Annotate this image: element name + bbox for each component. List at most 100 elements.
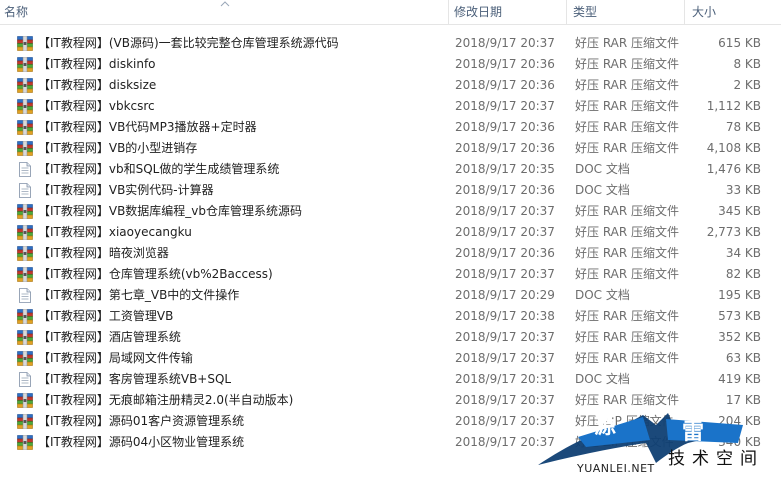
column-header-name[interactable]: 名称 (0, 0, 449, 24)
file-row[interactable]: 【IT教程网】暗夜浏览器 2018/9/17 20:36 好压 RAR 压缩文件… (0, 243, 781, 264)
file-type: 好压 RAR 压缩文件 (575, 330, 680, 344)
file-date: 2018/9/17 20:37 (455, 204, 555, 218)
file-type: DOC 文档 (575, 162, 630, 176)
file-row[interactable]: 【IT教程网】(VB源码)一套比较完整仓库管理系统源代码 2018/9/17 2… (0, 33, 781, 54)
file-name: 【IT教程网】酒店管理系统 (38, 330, 181, 344)
file-date: 2018/9/17 20:37 (455, 225, 555, 239)
rar-archive-icon (17, 203, 33, 220)
file-name: 【IT教程网】源码01客户资源管理系统 (38, 414, 245, 428)
file-name: 【IT教程网】局域网文件传输 (38, 351, 193, 365)
file-type: 好压 RAR 压缩文件 (575, 309, 680, 323)
file-size: 352 KB (718, 330, 761, 344)
watermark-logo (538, 413, 743, 465)
file-name: 【IT教程网】VB代码MP3播放器+定时器 (38, 120, 257, 134)
file-size: 82 KB (725, 267, 761, 281)
file-size: 2,773 KB (706, 225, 761, 239)
file-size: 1,476 KB (706, 162, 761, 176)
watermark-char-2: 雷 (682, 420, 705, 445)
file-row[interactable]: 【IT教程网】xiaoyecangku 2018/9/17 20:37 好压 R… (0, 222, 781, 243)
file-size: 345 KB (718, 204, 761, 218)
file-row[interactable]: 【IT教程网】局域网文件传输 2018/9/17 20:37 好压 RAR 压缩… (0, 348, 781, 369)
column-header-size[interactable]: 大小 (685, 0, 781, 24)
rar-archive-icon (17, 35, 33, 52)
rar-archive-icon (17, 119, 33, 136)
rar-archive-icon (17, 434, 33, 451)
rar-archive-icon (17, 350, 33, 367)
file-row[interactable]: 【IT教程网】disksize 2018/9/17 20:36 好压 RAR 压… (0, 75, 781, 96)
file-name: 【IT教程网】VB的小型进销存 (38, 141, 198, 155)
doc-file-icon (17, 372, 33, 387)
rar-archive-icon (17, 392, 33, 409)
file-name: 【IT教程网】第七章_VB中的文件操作 (38, 288, 240, 302)
file-date: 2018/9/17 20:37 (455, 330, 555, 344)
file-date: 2018/9/17 20:36 (455, 246, 555, 260)
file-name: 【IT教程网】disksize (38, 78, 157, 92)
file-name: 【IT教程网】客房管理系统VB+SQL (38, 372, 232, 386)
file-type: 好压 RAR 压缩文件 (575, 351, 680, 365)
rar-archive-icon (17, 98, 33, 115)
file-name: 【IT教程网】VB数据库编程_vb仓库管理系统源码 (38, 204, 303, 218)
file-row[interactable]: 【IT教程网】VB实例代码-计算器 2018/9/17 20:36 DOC 文档… (0, 180, 781, 201)
file-type: 好压 RAR 压缩文件 (575, 204, 680, 218)
file-row[interactable]: 【IT教程网】vb和SQL做的学生成绩管理系统 2018/9/17 20:35 … (0, 159, 781, 180)
watermark-tagline: 技术空间 (668, 449, 764, 469)
file-type: 好压 RAR 压缩文件 (575, 141, 680, 155)
file-row[interactable]: 【IT教程网】VB的小型进销存 2018/9/17 20:36 好压 RAR 压… (0, 138, 781, 159)
file-type: DOC 文档 (575, 288, 630, 302)
file-size: 4,108 KB (706, 141, 761, 155)
file-date: 2018/9/17 20:29 (455, 288, 555, 302)
rar-archive-icon (17, 56, 33, 73)
file-name: 【IT教程网】(VB源码)一套比较完整仓库管理系统源代码 (38, 36, 339, 50)
file-type: 好压 RAR 压缩文件 (575, 120, 680, 134)
file-date: 2018/9/17 20:37 (455, 36, 555, 50)
file-date: 2018/9/17 20:36 (455, 120, 555, 134)
file-date: 2018/9/17 20:36 (455, 78, 555, 92)
file-type: 好压 RAR 压缩文件 (575, 225, 680, 239)
file-size: 573 KB (718, 309, 761, 323)
rar-archive-icon (17, 266, 33, 283)
watermark-char-1: 源 (594, 414, 617, 439)
file-type: 好压 RAR 压缩文件 (575, 99, 680, 113)
column-header-date[interactable]: 修改日期 (449, 0, 567, 24)
sort-ascending-icon (220, 1, 230, 7)
file-date: 2018/9/17 20:37 (455, 99, 555, 113)
column-header-bar: 名称 修改日期 类型 大小 (0, 0, 781, 25)
file-date: 2018/9/17 20:36 (455, 57, 555, 71)
file-row[interactable]: 【IT教程网】VB数据库编程_vb仓库管理系统源码 2018/9/17 20:3… (0, 201, 781, 222)
file-name: 【IT教程网】无痕邮箱注册精灵2.0(半自动版本) (38, 393, 294, 407)
file-type: 好压 RAR 压缩文件 (575, 78, 680, 92)
file-name: 【IT教程网】diskinfo (38, 57, 156, 71)
rar-archive-icon (17, 308, 33, 325)
doc-file-icon (17, 288, 33, 303)
file-size: 195 KB (718, 288, 761, 302)
file-date: 2018/9/17 20:37 (455, 267, 555, 281)
file-row[interactable]: 【IT教程网】酒店管理系统 2018/9/17 20:37 好压 RAR 压缩文… (0, 327, 781, 348)
file-name: 【IT教程网】vb和SQL做的学生成绩管理系统 (38, 162, 280, 176)
rar-archive-icon (17, 413, 33, 430)
file-size: 2 KB (733, 78, 761, 92)
file-row[interactable]: 【IT教程网】vbkcsrc 2018/9/17 20:37 好压 RAR 压缩… (0, 96, 781, 117)
file-row[interactable]: 【IT教程网】VB代码MP3播放器+定时器 2018/9/17 20:36 好压… (0, 117, 781, 138)
file-size: 78 KB (725, 120, 761, 134)
file-name: 【IT教程网】暗夜浏览器 (38, 246, 169, 260)
file-date: 2018/9/17 20:36 (455, 141, 555, 155)
file-type: 好压 RAR 压缩文件 (575, 246, 680, 260)
file-row[interactable]: 【IT教程网】仓库管理系统(vb%2Baccess) 2018/9/17 20:… (0, 264, 781, 285)
file-size: 8 KB (733, 57, 761, 71)
file-date: 2018/9/17 20:38 (455, 309, 555, 323)
file-type: 好压 RAR 压缩文件 (575, 267, 680, 281)
file-date: 2018/9/17 20:37 (455, 351, 555, 365)
file-row[interactable]: 【IT教程网】工资管理VB 2018/9/17 20:38 好压 RAR 压缩文… (0, 306, 781, 327)
column-header-type[interactable]: 类型 (567, 0, 685, 24)
watermark-url: YUANLEI.NET (577, 462, 655, 475)
file-type: DOC 文档 (575, 183, 630, 197)
rar-archive-icon (17, 77, 33, 94)
file-name: 【IT教程网】源码04小区物业管理系统 (38, 435, 245, 449)
rar-archive-icon (17, 245, 33, 262)
file-date: 2018/9/17 20:36 (455, 183, 555, 197)
file-size: 33 KB (725, 183, 761, 197)
file-type: 好压 RAR 压缩文件 (575, 36, 680, 50)
file-name: 【IT教程网】vbkcsrc (38, 99, 155, 113)
file-row[interactable]: 【IT教程网】diskinfo 2018/9/17 20:36 好压 RAR 压… (0, 54, 781, 75)
file-row[interactable]: 【IT教程网】第七章_VB中的文件操作 2018/9/17 20:29 DOC … (0, 285, 781, 306)
